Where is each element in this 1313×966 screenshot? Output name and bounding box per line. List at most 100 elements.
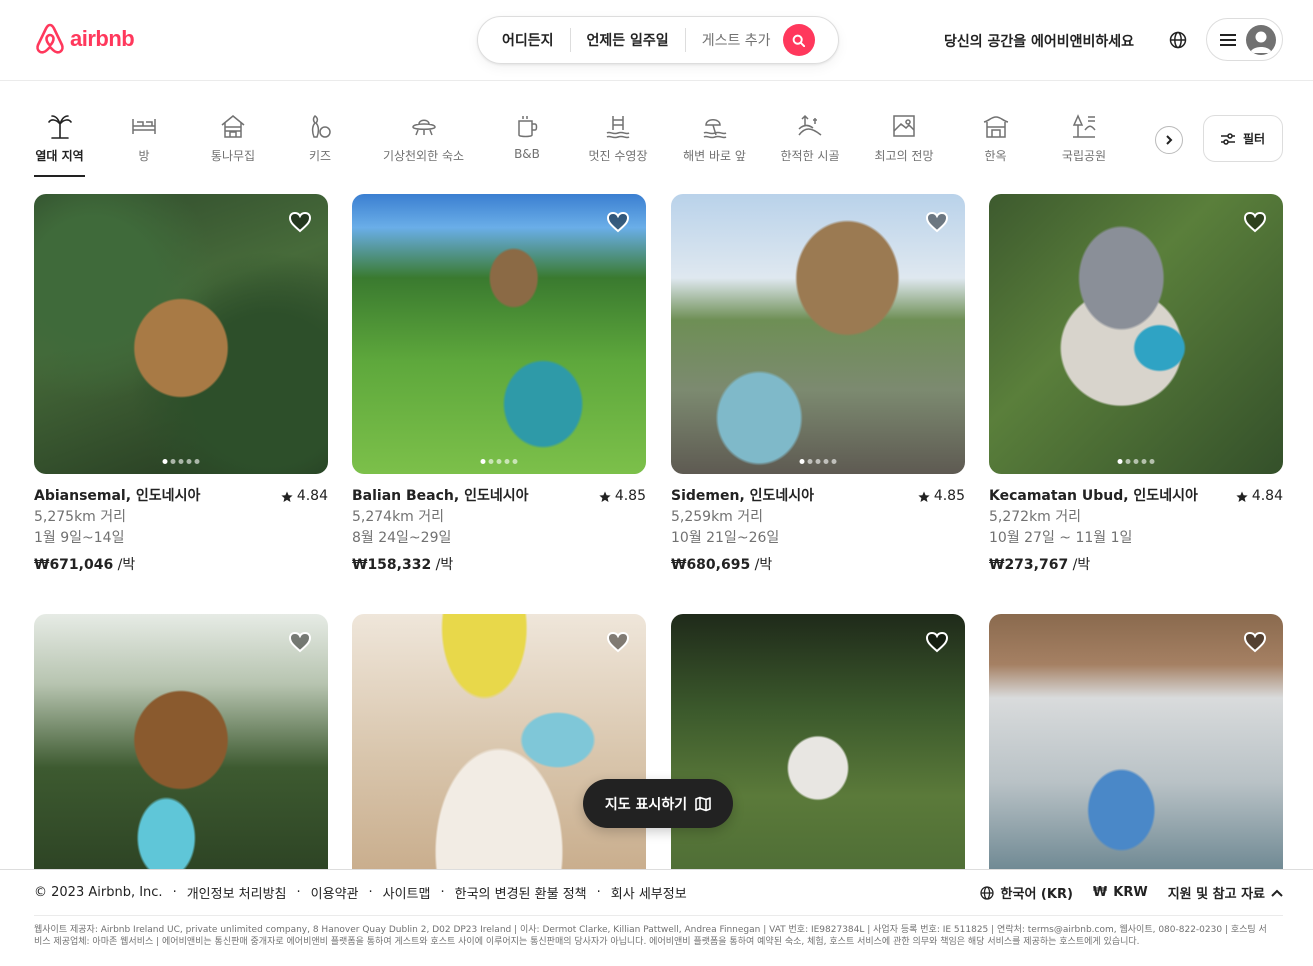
become-host-link[interactable]: 당신의 공간을 에어비앤비하세요 <box>944 31 1134 51</box>
support-resources-button[interactable]: 지원 및 참고 자료 <box>1168 883 1283 902</box>
category-tropical[interactable]: 열대 지역 <box>34 113 85 179</box>
footer-link-sitemap[interactable]: 사이트맵 <box>383 883 431 902</box>
listing-card[interactable] <box>671 614 965 894</box>
photo-dot <box>496 459 502 464</box>
coffee-mug-icon <box>518 116 538 138</box>
photo-dot <box>799 459 805 464</box>
footer-link-terms[interactable]: 이용약관 <box>311 883 359 902</box>
listing-card[interactable]: Abiansemal, 인도네시아 4.84 5,275km 거리 1월 9일~… <box>34 194 328 576</box>
globe-icon[interactable] <box>1168 30 1188 50</box>
filter-button[interactable]: 필터 <box>1203 115 1283 162</box>
price-unit: /박 <box>431 557 454 573</box>
category-label: 방 <box>138 149 150 163</box>
search-bar[interactable]: 어디든지 언제든 일주일 게스트 추가 <box>477 16 839 64</box>
photo-dot <box>170 459 176 464</box>
top-header: airbnb 어디든지 언제든 일주일 게스트 추가 당신의 공간을 에어비앤비… <box>0 0 1313 81</box>
rating-value: 4.84 <box>296 488 328 504</box>
category-unique[interactable]: 기상천외한 숙소 <box>380 113 467 179</box>
listing-location: Abiansemal, 인도네시아 <box>34 488 201 504</box>
heart-icon[interactable] <box>925 210 949 234</box>
photo-dot <box>178 459 184 464</box>
photo-dot <box>504 459 510 464</box>
listing-info: Balian Beach, 인도네시아 4.85 5,274km 거리 8월 2… <box>352 474 646 576</box>
listing-rating: 4.85 <box>599 486 646 507</box>
heart-icon[interactable] <box>925 630 949 654</box>
category-countryside[interactable]: 한적한 시골 <box>779 113 841 179</box>
heart-icon[interactable] <box>1243 210 1267 234</box>
photo-dot <box>807 459 813 464</box>
separator: · <box>296 885 301 900</box>
listing-photo[interactable] <box>989 194 1283 474</box>
user-menu-button[interactable] <box>1206 18 1283 61</box>
footer-link-refund-policy[interactable]: 한국의 변경된 환불 정책 <box>455 883 587 902</box>
category-rooms[interactable]: 방 <box>129 113 159 179</box>
listing-location: Kecamatan Ubud, 인도네시아 <box>989 488 1198 504</box>
price-unit: /박 <box>1068 557 1091 573</box>
star-icon <box>599 491 611 502</box>
listing-price: ₩158,332 /박 <box>352 555 646 576</box>
footer-link-privacy[interactable]: 개인정보 처리방침 <box>187 883 287 902</box>
listing-card[interactable] <box>989 614 1283 894</box>
photo-dot <box>823 459 829 464</box>
category-national-parks[interactable]: 국립공원 <box>1060 113 1108 179</box>
heart-icon[interactable] <box>288 630 312 654</box>
listing-distance: 5,259km 거리 <box>671 509 764 525</box>
footer-link-company-details[interactable]: 회사 세부정보 <box>611 883 687 902</box>
globe-icon <box>979 885 994 900</box>
footer: © 2023 Airbnb, Inc. · 개인정보 처리방침 · 이용약관 ·… <box>0 869 1313 966</box>
heart-icon[interactable] <box>606 630 630 654</box>
listing-card[interactable]: Balian Beach, 인도네시아 4.85 5,274km 거리 8월 2… <box>352 194 646 576</box>
listing-card[interactable] <box>352 614 646 894</box>
separator: · <box>368 885 373 900</box>
listing-card[interactable]: Sidemen, 인도네시아 4.85 5,259km 거리 10월 21일~2… <box>671 194 965 576</box>
photo-dot <box>1141 459 1147 464</box>
listing-photo[interactable] <box>671 194 965 474</box>
category-bnb[interactable]: B&B <box>514 113 540 179</box>
listing-title-row: Balian Beach, 인도네시아 4.85 <box>352 486 646 507</box>
search-where[interactable]: 어디든지 <box>478 30 570 50</box>
heart-icon[interactable] <box>606 210 630 234</box>
category-cabins[interactable]: 통나무집 <box>207 113 259 179</box>
listing-photo[interactable] <box>989 614 1283 894</box>
listing-card[interactable] <box>34 614 328 894</box>
listing-photo[interactable] <box>352 194 646 474</box>
heart-icon[interactable] <box>1243 630 1267 654</box>
photo-dot <box>1117 459 1123 464</box>
listing-card[interactable]: Kecamatan Ubud, 인도네시아 4.84 5,272km 거리 10… <box>989 194 1283 576</box>
photo-dot <box>1125 459 1131 464</box>
listing-photo[interactable] <box>352 614 646 894</box>
view-icon <box>893 115 915 137</box>
category-label: 멋진 수영장 <box>588 149 648 163</box>
currency-selector[interactable]: ₩ KRW <box>1093 885 1148 900</box>
countryside-icon <box>798 114 822 136</box>
category-kids[interactable]: 키즈 <box>306 113 334 179</box>
search-when[interactable]: 언제든 일주일 <box>571 30 685 50</box>
search-button[interactable] <box>782 24 815 56</box>
map-icon <box>695 796 711 811</box>
listing-info: Sidemen, 인도네시아 4.85 5,259km 거리 10월 21일~2… <box>671 474 965 576</box>
listing-dates: 10월 27일 ~ 11월 1일 <box>989 530 1133 546</box>
search-guests[interactable]: 게스트 추가 <box>686 30 781 50</box>
photo-dot <box>1133 459 1139 464</box>
category-hanok[interactable]: 한옥 <box>983 113 1008 179</box>
language-label: 한국어 (KR) <box>1000 887 1073 902</box>
listing-photo[interactable] <box>34 614 328 894</box>
category-label: 한적한 시골 <box>780 149 840 163</box>
listing-photo[interactable] <box>34 194 328 474</box>
category-views[interactable]: 최고의 전망 <box>873 113 935 179</box>
category-next-button[interactable] <box>1155 126 1183 154</box>
airbnb-logo[interactable]: airbnb <box>34 22 135 56</box>
category-label: 기상천외한 숙소 <box>382 149 465 163</box>
photo-dot <box>480 459 486 464</box>
category-label: 국립공원 <box>1061 149 1107 163</box>
category-pools[interactable]: 멋진 수영장 <box>587 113 649 179</box>
price-amount: ₩671,046 <box>34 557 114 573</box>
show-map-button[interactable]: 지도 표시하기 <box>583 779 733 828</box>
category-beachfront[interactable]: 해변 바로 앞 <box>682 113 747 179</box>
heart-icon[interactable] <box>288 210 312 234</box>
separator: · <box>172 885 177 900</box>
photo-dot <box>488 459 494 464</box>
listing-photo[interactable] <box>671 614 965 894</box>
price-amount: ₩158,332 <box>352 557 432 573</box>
language-selector[interactable]: 한국어 (KR) <box>979 883 1073 902</box>
